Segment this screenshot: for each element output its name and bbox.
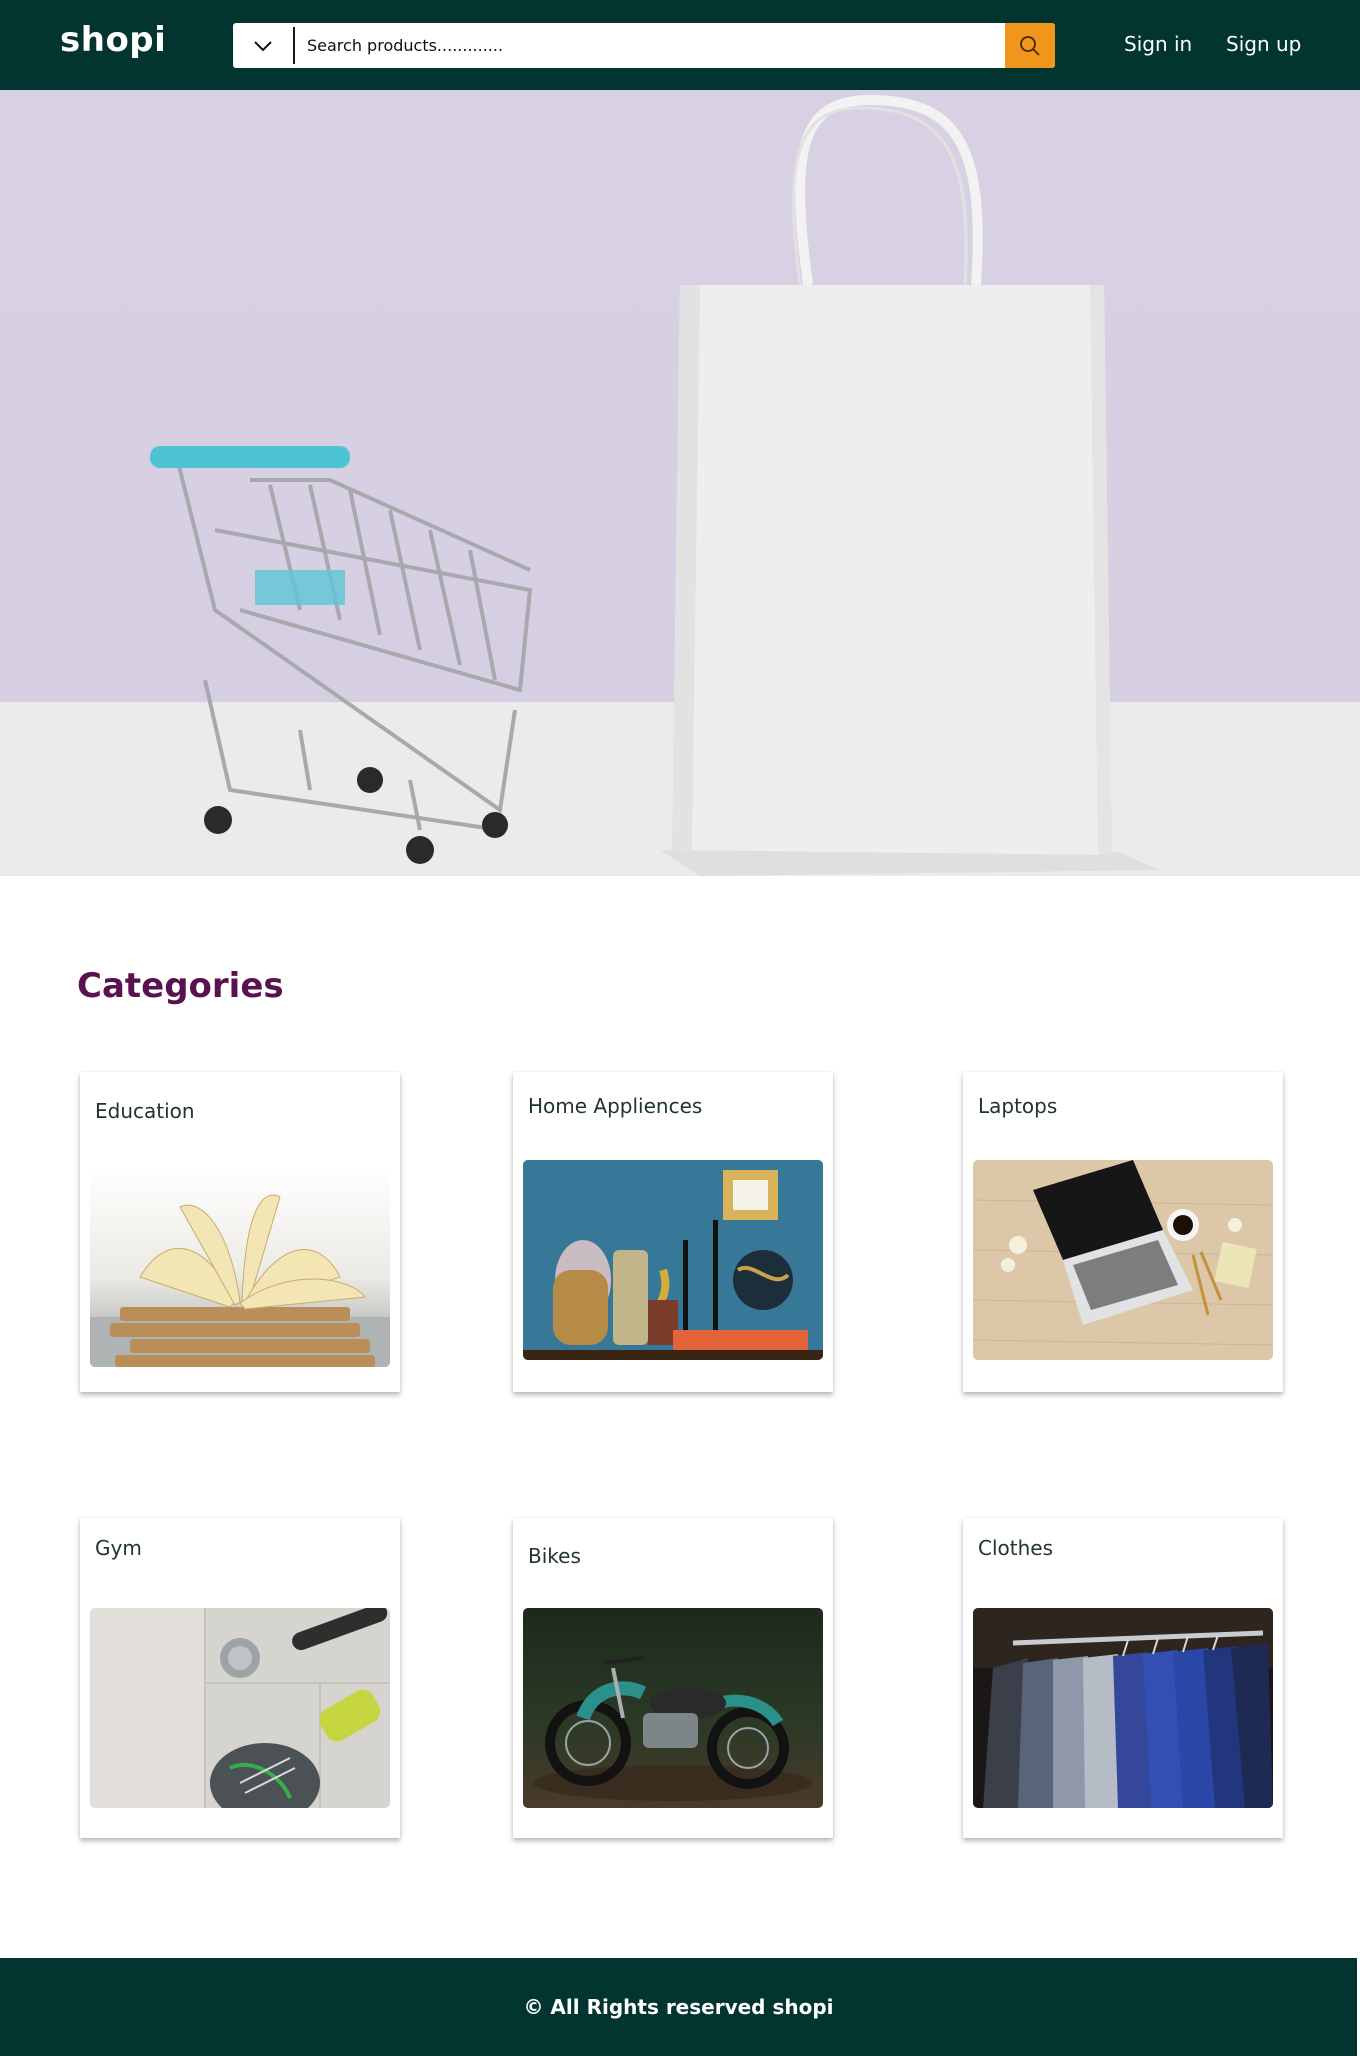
category-image-gym: [90, 1608, 390, 1808]
category-card-gym[interactable]: Gym: [80, 1518, 400, 1838]
search-input[interactable]: [297, 23, 997, 68]
category-card-bikes[interactable]: Bikes: [513, 1518, 833, 1838]
category-image-education: [90, 1167, 390, 1367]
category-dropdown[interactable]: [233, 23, 293, 68]
footer-copyright: © All Rights reserved shopi: [523, 1995, 834, 2019]
category-card-laptops[interactable]: Laptops: [963, 1072, 1283, 1392]
sign-in-link[interactable]: Sign in: [1124, 32, 1192, 56]
category-image-clothes: [973, 1608, 1273, 1808]
category-card-clothes[interactable]: Clothes: [963, 1518, 1283, 1838]
category-label: Bikes: [528, 1544, 581, 1568]
sign-up-link[interactable]: Sign up: [1226, 32, 1301, 56]
logo[interactable]: shopi: [60, 20, 166, 60]
search-bar: [233, 23, 1055, 68]
footer: © All Rights reserved shopi: [0, 1958, 1357, 2056]
category-image-laptops: [973, 1160, 1273, 1360]
category-image-bikes: [523, 1608, 823, 1808]
category-image-home-appliances: [523, 1160, 823, 1360]
search-separator: [293, 27, 295, 64]
category-label: Laptops: [978, 1094, 1058, 1118]
hero-image: [0, 94, 1360, 876]
search-button[interactable]: [1005, 23, 1055, 68]
category-label: Clothes: [978, 1536, 1053, 1560]
shopping-bag-illustration: [672, 94, 1112, 855]
cart-handle: [150, 446, 350, 468]
search-icon: [1020, 35, 1040, 56]
category-label: Education: [95, 1099, 195, 1123]
navbar: shopi Sign in Sign up: [0, 0, 1360, 90]
category-card-home-appliances[interactable]: Home Appliences: [513, 1072, 833, 1392]
chevron-down-icon: [254, 40, 272, 51]
hero-banner: [0, 90, 1360, 876]
category-card-education[interactable]: Education: [80, 1072, 400, 1392]
category-label: Home Appliences: [528, 1094, 703, 1118]
categories-title: Categories: [77, 966, 284, 1006]
category-label: Gym: [95, 1536, 142, 1560]
